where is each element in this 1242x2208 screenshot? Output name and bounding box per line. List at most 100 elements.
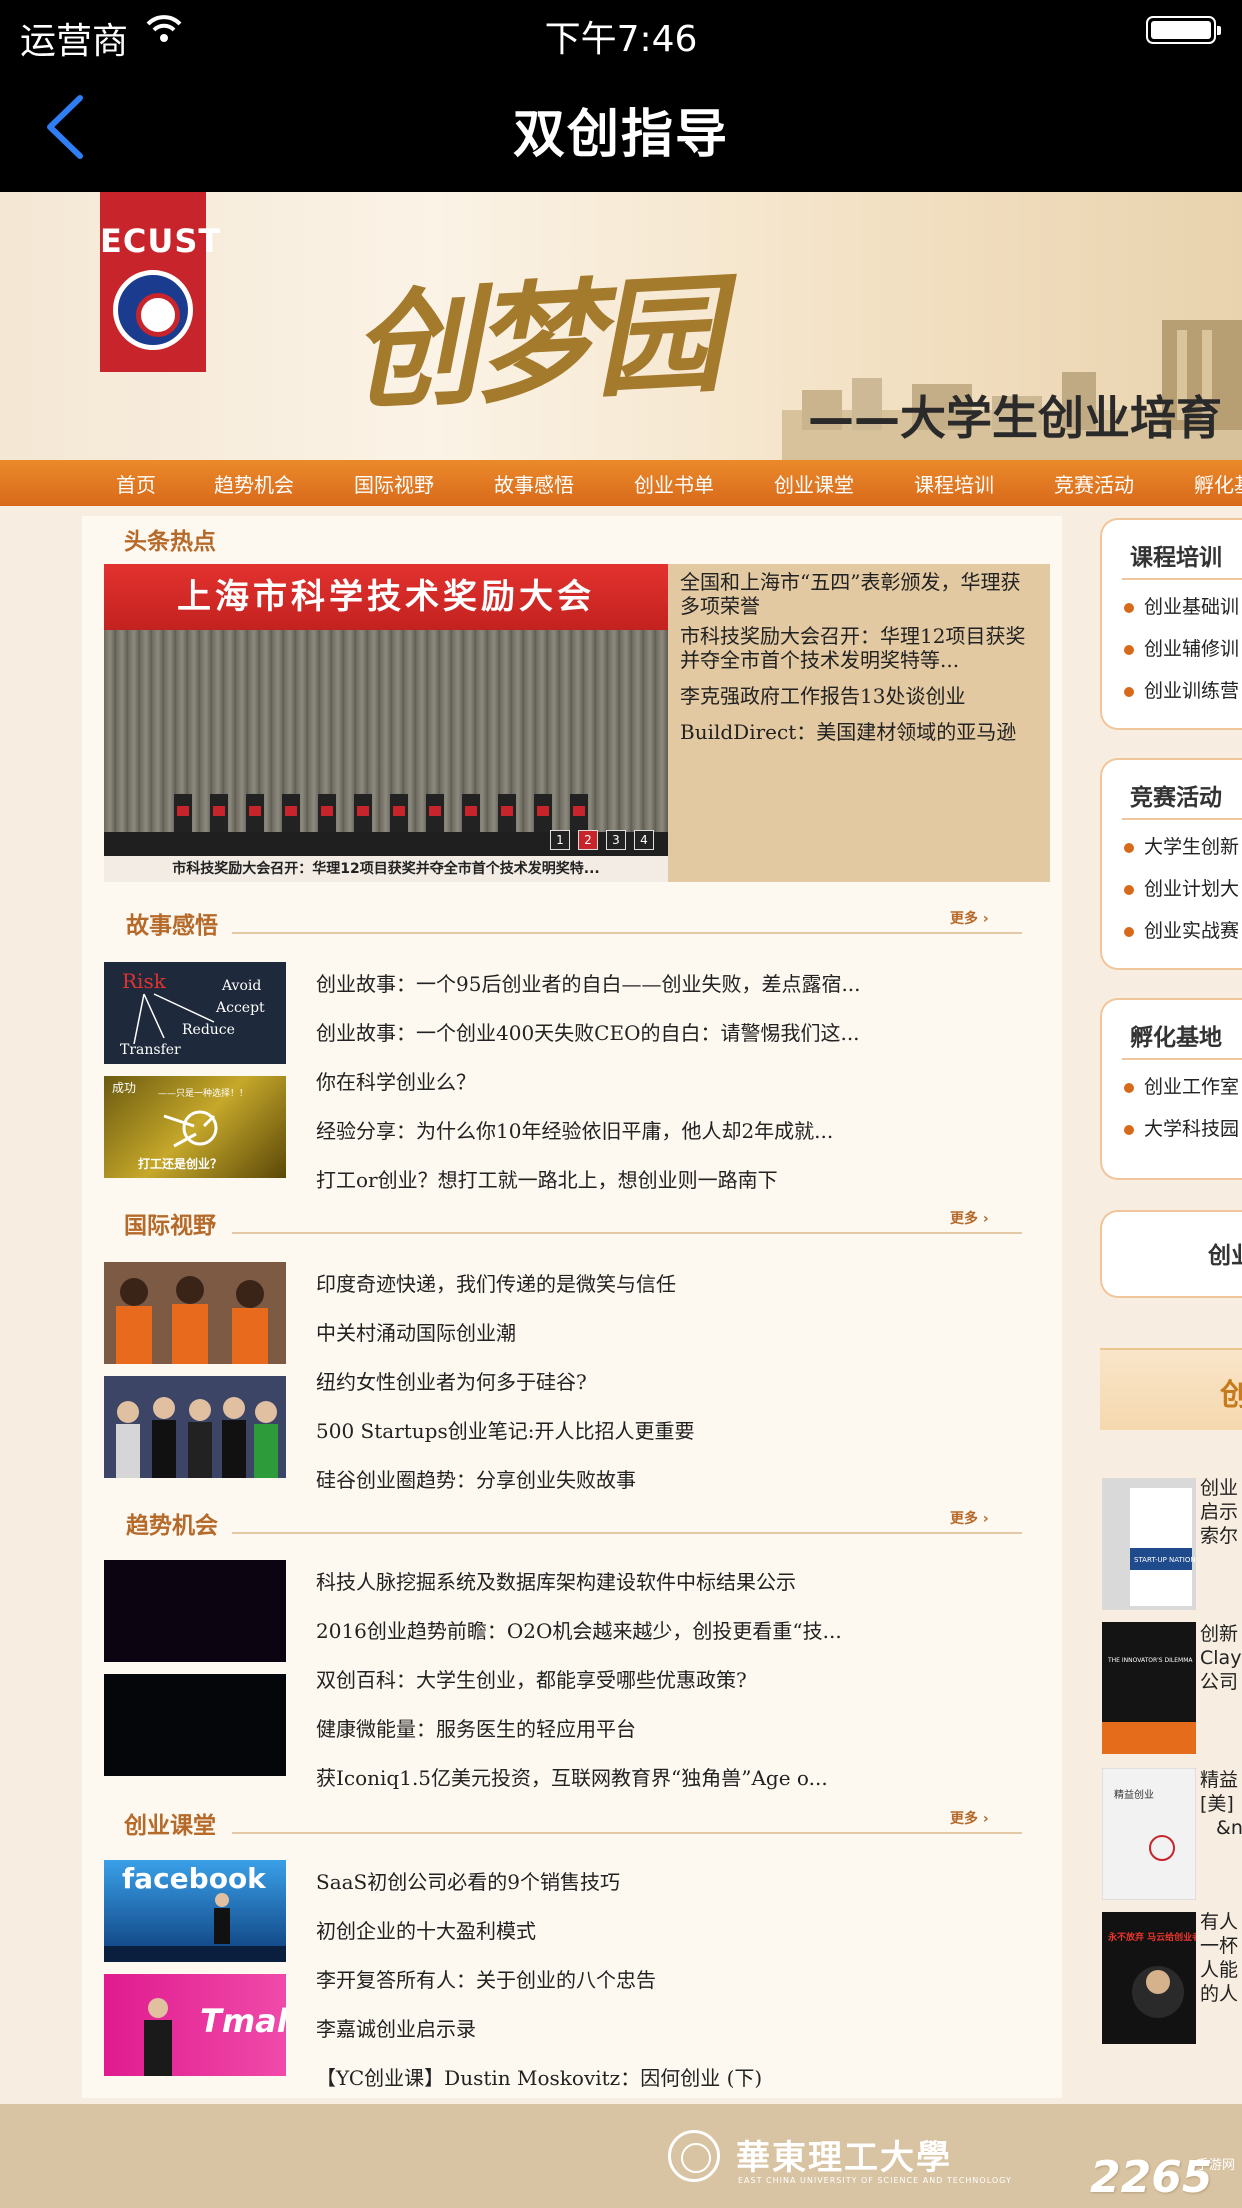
book-info-1[interactable]: 创业 启示 索尔	[1200, 1476, 1238, 1548]
sidebar-course-box: 课程培训 创业基础训 创业辅修训 创业训练营	[1100, 518, 1242, 730]
sidebar-contest-item[interactable]: 大学生创新	[1124, 832, 1239, 859]
class-link[interactable]: SaaS初创公司必看的9个销售技巧	[316, 1866, 620, 1895]
sidebar-incubate-item[interactable]: 大学科技园	[1124, 1114, 1239, 1141]
intl-thumb-delivery[interactable]	[104, 1262, 286, 1364]
sidebar-incubate-box: 孵化基地 创业工作室 大学科技园	[1100, 998, 1242, 1180]
sidebar-more-label: 创业	[1208, 1243, 1242, 1269]
intl-link[interactable]: 印度奇迹快递，我们传递的是微笑与信任	[316, 1268, 676, 1297]
book-cover-startup-nation[interactable]: START-UP NATION	[1102, 1478, 1196, 1610]
slide-page-2[interactable]: 2	[578, 830, 598, 850]
section-divider	[232, 932, 1022, 934]
svg-text:精益创业: 精益创业	[1114, 1788, 1154, 1801]
hot-news-item[interactable]: 全国和上海市“五四”表彰颁发，华理获多项荣誉	[680, 570, 1038, 618]
chevron-right-icon: ›	[982, 1211, 989, 1227]
section-title-trend: 趋势机会	[126, 1513, 218, 1539]
svg-text:Transfer: Transfer	[120, 1042, 181, 1058]
trend-thumb-1[interactable]	[104, 1560, 286, 1662]
slide-page-1[interactable]: 1	[550, 830, 570, 850]
sidebar-course-title: 课程培训	[1130, 545, 1222, 571]
svg-text:——只是一种选择！！: ——只是一种选择！！	[158, 1087, 248, 1099]
story-link[interactable]: 创业故事：一个95后创业者的自白——创业失败，差点露宿...	[316, 968, 861, 997]
story-link[interactable]: 打工or创业？想打工就一路北上，想创业则一路南下	[316, 1164, 778, 1193]
svg-text:THE INNOVATOR'S DILEMMA: THE INNOVATOR'S DILEMMA	[1107, 1657, 1193, 1664]
intl-link[interactable]: 硅谷创业圈趋势：分享创业失败故事	[316, 1464, 636, 1493]
menu-item-class[interactable]: 创业课堂	[774, 469, 854, 498]
section-title-class: 创业课堂	[124, 1813, 216, 1839]
book-cover-lean-startup[interactable]: 精益创业	[1102, 1768, 1196, 1900]
main-content: 头条热点 上海市科学技术奖励大会 1 2 3 4 市科技奖励大会召开：华理12项…	[82, 516, 1062, 2098]
chevron-right-icon: ›	[982, 1511, 989, 1527]
menu-item-incubate[interactable]: 孵化基	[1194, 469, 1242, 498]
battery-icon	[1146, 16, 1221, 44]
sidebar-incubate-title: 孵化基地	[1130, 1025, 1222, 1051]
hot-news-item[interactable]: BuildDirect：美国建材领域的亚马逊	[680, 720, 1038, 744]
sidebar-course-item[interactable]: 创业训练营	[1124, 676, 1239, 703]
sidebar-more-box[interactable]: 创业	[1100, 1210, 1242, 1298]
sidebar-contest-item[interactable]: 创业实战赛	[1124, 916, 1239, 943]
class-link[interactable]: 李嘉诚创业启示录	[316, 2013, 476, 2042]
chevron-right-icon: ›	[982, 1811, 989, 1827]
trend-link[interactable]: 科技人脉挖掘系统及数据库架构建设软件中标结果公示	[316, 1566, 796, 1595]
svg-text:永不放弃 马云给创业者的24堂课: 永不放弃 马云给创业者的24堂课	[1107, 1931, 1196, 1943]
intl-link[interactable]: 中关村涌动国际创业潮	[316, 1317, 516, 1346]
page-title: 双创指导	[512, 105, 729, 165]
hot-news-list: 全国和上海市“五四”表彰颁发，华理获多项荣誉 市科技奖励大会召开：华理12项目获…	[668, 564, 1050, 882]
hot-news-item[interactable]: 市科技奖励大会召开：华理12项目获奖并夺全市首个技术发明奖特等...	[680, 624, 1038, 672]
menu-item-home[interactable]: 首页	[116, 469, 156, 498]
trend-link[interactable]: 2016创业趋势前瞻：O2O机会越来越少，创投更看重“技...	[316, 1615, 842, 1644]
banner-subtitle: ——大学生创业培育	[808, 391, 1222, 445]
footer-school-name-en: EAST CHINA UNIVERSITY OF SCIENCE AND TEC…	[738, 2176, 1012, 2185]
intl-more-link[interactable]: 更多 ›	[950, 1208, 989, 1228]
trend-link[interactable]: 健康微能量：服务医生的轻应用平台	[316, 1713, 636, 1742]
story-link[interactable]: 创业故事：一个创业400天失败CEO的自白：请警惕我们这...	[316, 1017, 860, 1046]
banner-brand: 创梦园	[346, 259, 721, 429]
trend-link[interactable]: 获Iconiq1.5亿美元投资，互联网教育界“独角兽”Age o...	[316, 1762, 828, 1791]
trend-more-link[interactable]: 更多 ›	[950, 1508, 989, 1528]
sidebar-course-item[interactable]: 创业辅修训	[1124, 634, 1239, 661]
slide-page-4[interactable]: 4	[634, 830, 654, 850]
book-info-2[interactable]: 创新Clayt公司	[1200, 1622, 1242, 1694]
slide-banner-text: 上海市科学技术奖励大会	[104, 564, 668, 630]
slide-page-3[interactable]: 3	[606, 830, 626, 850]
story-link[interactable]: 经验分享：为什么你10年经验依旧平庸，他人却2年成就...	[316, 1115, 833, 1144]
story-thumb-keys[interactable]: 成功 ——只是一种选择！！ 打工还是创业？	[104, 1076, 286, 1178]
class-link[interactable]: 【YC创业课】Dustin Moskovitz：因何创业 (下)	[316, 2062, 762, 2091]
class-thumb-tmall[interactable]: Tmall	[104, 1974, 286, 2076]
story-more-link[interactable]: 更多 ›	[950, 908, 989, 928]
slide-caption[interactable]: 市科技奖励大会召开：华理12项目获奖并夺全市首个技术发明奖特...	[104, 856, 668, 882]
story-thumb-risk[interactable]: Risk Avoid Accept Reduce Transfer	[104, 962, 286, 1064]
book-cover-never-give-up[interactable]: 永不放弃 马云给创业者的24堂课	[1102, 1912, 1196, 2044]
school-seal-icon	[668, 2130, 720, 2182]
story-link[interactable]: 你在科学创业么？	[316, 1066, 476, 1095]
menu-item-intl[interactable]: 国际视野	[354, 469, 434, 498]
book-info-3[interactable]: 精益 [美] &n	[1200, 1768, 1242, 1840]
book-cover-innovators-dilemma[interactable]: THE INNOVATOR'S DILEMMA	[1102, 1622, 1196, 1754]
class-link[interactable]: 李开复答所有人：关于创业的八个忠告	[316, 1964, 656, 1993]
menu-item-contest[interactable]: 竞赛活动	[1054, 469, 1134, 498]
hot-news-item[interactable]: 李克强政府工作报告13处谈创业	[680, 684, 1038, 708]
section-divider	[232, 1532, 1022, 1534]
intl-link[interactable]: 纽约女性创业者为何多于硅谷?	[316, 1366, 587, 1395]
sidebar-incubate-item[interactable]: 创业工作室	[1124, 1072, 1239, 1099]
svg-text:打工还是创业？: 打工还是创业？	[138, 1156, 222, 1171]
book-info-4[interactable]: 有人 一杯 人能 的人	[1200, 1910, 1238, 2006]
class-link[interactable]: 初创企业的十大盈利模式	[316, 1915, 536, 1944]
menu-item-booklist[interactable]: 创业书单	[634, 469, 714, 498]
section-title-hot: 头条热点	[124, 529, 216, 555]
watermark-sub: 手游网	[1196, 2158, 1236, 2173]
section-divider	[232, 1232, 1022, 1234]
sidebar-course-item[interactable]: 创业基础训	[1124, 592, 1239, 619]
sidebar-contest-item[interactable]: 创业计划大	[1124, 874, 1239, 901]
class-more-link[interactable]: 更多 ›	[950, 1808, 989, 1828]
menu-item-course[interactable]: 课程培训	[914, 469, 994, 498]
trend-link[interactable]: 双创百科：大学生创业，都能享受哪些优惠政策?	[316, 1664, 747, 1693]
intl-link[interactable]: 500 Startups创业笔记:开人比招人更重要	[316, 1415, 694, 1444]
menu-item-trend[interactable]: 趋势机会	[214, 469, 294, 498]
class-thumb-facebook[interactable]: facebook	[104, 1860, 286, 1962]
svg-text:成功: 成功	[112, 1081, 136, 1095]
award-people-image	[174, 794, 588, 834]
svg-text:START-UP NATION: START-UP NATION	[1134, 1556, 1196, 1564]
menu-item-story[interactable]: 故事感悟	[494, 469, 574, 498]
intl-thumb-women[interactable]	[104, 1376, 286, 1478]
trend-thumb-2[interactable]	[104, 1674, 286, 1776]
